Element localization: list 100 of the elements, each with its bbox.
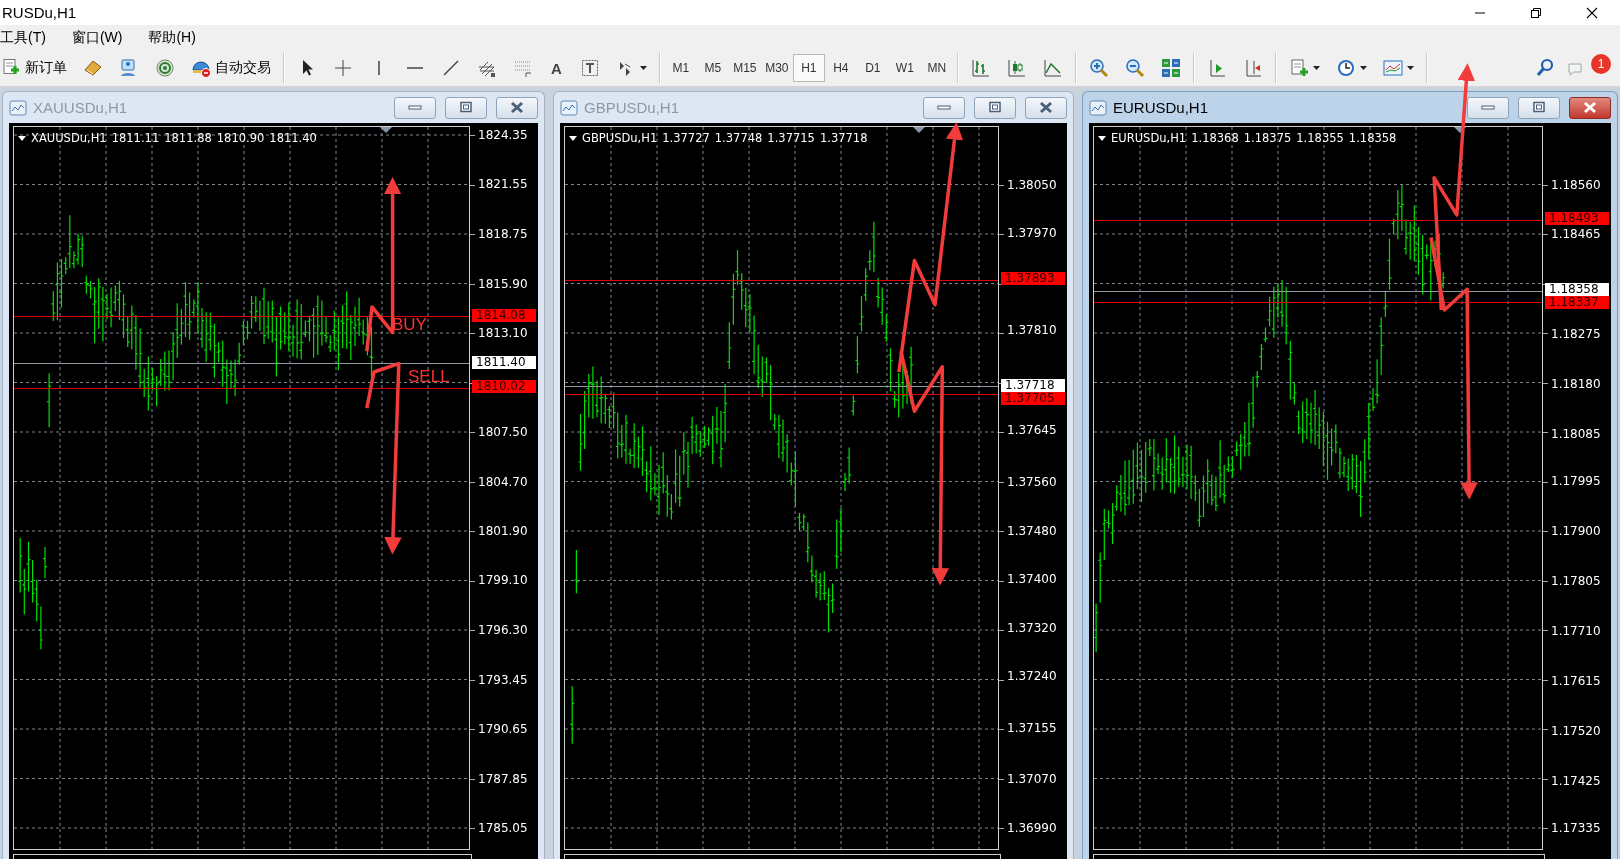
maximize-button[interactable] — [974, 96, 1016, 119]
timeframe-button[interactable]: MN — [920, 54, 953, 82]
crosshair-icon[interactable] — [333, 58, 353, 78]
tile-windows-icon[interactable] — [1160, 58, 1181, 78]
chart-note: SELL — [408, 367, 450, 387]
dropdown-triangle-icon — [18, 135, 26, 141]
new-order-button[interactable]: 新订单 — [0, 53, 75, 83]
price-label: 1.18358 — [1545, 283, 1609, 297]
window-title: RUSDu,H1 — [1, 4, 78, 21]
restore-icon[interactable] — [1530, 6, 1542, 19]
axis-label: 1.17425 — [1551, 773, 1601, 788]
dropdown-triangle-icon — [1098, 135, 1106, 141]
price-label: 1.18337 — [1545, 296, 1609, 310]
chart-window-icon — [1089, 99, 1107, 116]
axis-label: 1.18560 — [1551, 177, 1601, 192]
caret-icon[interactable] — [639, 66, 647, 70]
quote-value: 1.18368 — [1191, 131, 1239, 145]
minimize-button[interactable] — [394, 96, 436, 119]
axis-label: 1.17710 — [1551, 624, 1601, 638]
zoom-in-icon[interactable] — [1088, 58, 1109, 78]
caret-icon[interactable] — [1406, 66, 1414, 70]
axis-label: 1.37970 — [1007, 226, 1057, 241]
price-label: 1811.40 — [472, 355, 536, 369]
minimize-button[interactable] — [1467, 96, 1509, 119]
axis-label: 1.17805 — [1551, 574, 1601, 589]
menu-item[interactable]: 帮助(H) — [148, 25, 208, 50]
menu-item[interactable]: 工具(T) — [0, 25, 58, 50]
timeframe-button[interactable]: M15 — [728, 54, 761, 82]
price-label: 1814.08 — [472, 308, 536, 322]
timeframe-button[interactable]: W1 — [888, 54, 921, 82]
axis-label: 1.17900 — [1551, 524, 1601, 539]
signal-icon[interactable] — [155, 58, 175, 78]
axis-label: 1818.75 — [478, 226, 528, 241]
auto-trading-button[interactable]: 自动交易 — [183, 53, 279, 83]
text-tool-button[interactable]: A — [541, 53, 572, 83]
timeframe-button[interactable]: D1 — [856, 54, 889, 82]
axis-label: 1824.35 — [478, 128, 528, 142]
caret-icon[interactable] — [1359, 66, 1367, 70]
maximize-button[interactable] — [1518, 96, 1560, 119]
axis-label: 1.18275 — [1551, 327, 1601, 342]
timeframe-button[interactable]: M30 — [760, 54, 793, 82]
axis-label: 1.18085 — [1551, 427, 1601, 441]
dotted-lines-icon[interactable] — [513, 58, 533, 78]
axis-label: 1815.90 — [478, 277, 528, 291]
quote-value: 1811.88 — [164, 131, 212, 145]
price-label: 1.37893 — [1001, 272, 1065, 286]
axis-label: 1.37810 — [1007, 323, 1057, 338]
axis-label: 1804.70 — [478, 474, 528, 489]
axis-label: 1.37320 — [1007, 620, 1057, 635]
quote-value: 1810.90 — [216, 131, 265, 145]
axis-label: 1785.05 — [478, 821, 528, 835]
symbol-label: EURUSDu,H1 — [1111, 131, 1187, 145]
maximize-icon[interactable] — [458, 101, 474, 114]
axis-label: 1.17995 — [1551, 474, 1601, 489]
zoom-out-icon[interactable] — [1124, 58, 1145, 78]
close-button[interactable] — [1569, 96, 1611, 119]
chart-window-icon — [9, 99, 27, 116]
chart-window-icon — [560, 99, 578, 116]
maximize-icon[interactable] — [987, 101, 1003, 114]
text-box-icon[interactable] — [579, 58, 600, 78]
quote-value: 1.37727 — [662, 131, 710, 145]
axis-label: 1.17615 — [1551, 673, 1601, 688]
notification-badge: 1 — [1591, 54, 1611, 74]
bar-chart-icon[interactable] — [970, 58, 991, 78]
trend-line-icon[interactable] — [441, 58, 461, 78]
quote-value: 1811.40 — [269, 131, 317, 145]
book-icon[interactable] — [83, 58, 103, 78]
cap-icon[interactable] — [191, 58, 211, 78]
line-chart-icon[interactable] — [1042, 58, 1063, 78]
axis-label: 1.37070 — [1007, 772, 1057, 787]
timeframe-button[interactable]: M5 — [696, 54, 729, 82]
menu-item[interactable]: 窗口(W) — [71, 25, 135, 50]
price-label: 1.37718 — [1001, 378, 1065, 392]
quote-value: 1.37715 — [767, 131, 815, 145]
axis-label: 1.37240 — [1007, 669, 1057, 684]
close-button[interactable] — [496, 96, 538, 119]
clock-icon[interactable] — [1335, 58, 1356, 78]
close-icon[interactable] — [1586, 6, 1598, 19]
minimize-button[interactable] — [923, 96, 965, 119]
shift-marker-icon — [913, 127, 925, 133]
timeframe-button[interactable]: M1 — [664, 54, 697, 82]
timeframe-button[interactable]: H4 — [824, 54, 857, 82]
search-icon[interactable] — [1536, 58, 1556, 78]
axis-label: 1813.10 — [478, 326, 528, 341]
quote-value: 1.18375 — [1243, 131, 1292, 145]
axis-label: 1.37400 — [1007, 572, 1057, 587]
quote-value: 1.18358 — [1348, 131, 1397, 145]
axis-label: 1.37645 — [1007, 423, 1057, 438]
axis-label: 1807.50 — [478, 425, 528, 440]
close-button[interactable] — [1025, 96, 1067, 119]
price-label: 1810.02 — [472, 380, 536, 394]
candlestick-icon[interactable] — [1006, 58, 1027, 78]
maximize-button[interactable] — [445, 96, 487, 119]
window-title: EURUSDu,H1 — [1113, 99, 1210, 116]
axis-label: 1.36990 — [1007, 821, 1057, 835]
timeframe-button[interactable]: H1 — [792, 54, 825, 82]
axis-label: 1796.30 — [478, 622, 528, 637]
caret-icon[interactable] — [1312, 66, 1320, 70]
maximize-icon[interactable] — [1531, 101, 1547, 114]
window-title: XAUUSDu,H1 — [33, 99, 129, 116]
